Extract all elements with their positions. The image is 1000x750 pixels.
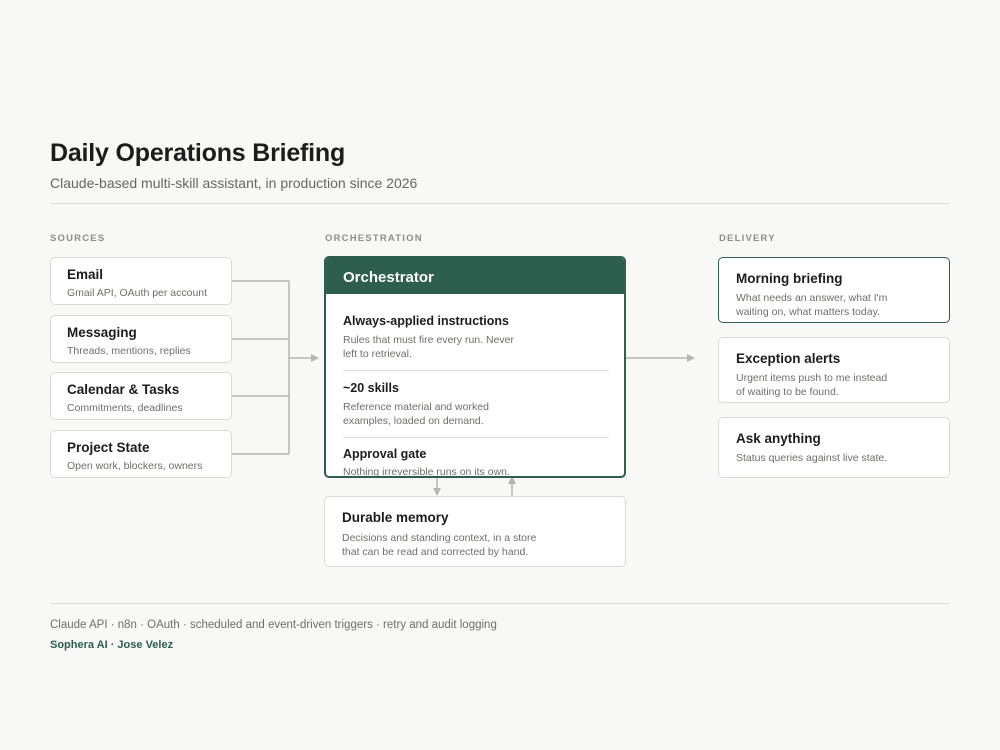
- source-name: Email: [67, 267, 104, 282]
- footer-tech-stack: Claude API · n8n · OAuth · scheduled and…: [50, 619, 497, 631]
- source-name: Calendar & Tasks: [67, 382, 180, 397]
- delivery-desc: Urgent items push to me instead of waiti…: [736, 372, 888, 398]
- page-title: Daily Operations Briefing: [50, 139, 346, 167]
- orchestrator-item-skills: ~20 skills Reference material and worked…: [343, 381, 609, 428]
- orchestrator-item-approval: Approval gate Nothing irreversible runs …: [343, 447, 609, 478]
- source-desc: Gmail API, OAuth per account: [67, 287, 208, 299]
- delivery-name: Exception alerts: [736, 351, 841, 366]
- delivery-name: Morning briefing: [736, 271, 843, 286]
- source-desc: Threads, mentions, replies: [67, 345, 191, 357]
- arrowhead-orchestrator: [311, 354, 319, 362]
- source-desc: Open work, blockers, owners: [67, 460, 203, 472]
- orchestrator-item-name: ~20 skills: [343, 381, 399, 395]
- arrowhead-memory: [433, 488, 441, 496]
- orchestrator-item-instructions: Always-applied instructions Rules that m…: [343, 314, 609, 361]
- arrowhead-delivery: [687, 354, 695, 362]
- delivery-name: Ask anything: [736, 431, 821, 446]
- delivery-column-label: DELIVERY: [719, 233, 776, 244]
- orchestrator-item-desc: Rules that must fire every run. Never le…: [343, 334, 514, 360]
- durable-memory-card[interactable]: Durable memory Decisions and standing co…: [324, 496, 626, 567]
- source-desc: Commitments, deadlines: [67, 402, 183, 414]
- source-name: Project State: [67, 440, 150, 455]
- source-email[interactable]: Email Gmail API, OAuth per account: [50, 257, 232, 305]
- page-subtitle: Claude-based multi-skill assistant, in p…: [50, 175, 418, 191]
- orchestrator-card[interactable]: Orchestrator Always-applied instructions…: [324, 256, 626, 478]
- sources-column-label: SOURCES: [50, 233, 106, 244]
- memory-name: Durable memory: [342, 510, 449, 525]
- footer-divider: [50, 603, 950, 604]
- source-messaging[interactable]: Messaging Threads, mentions, replies: [50, 315, 232, 363]
- orchestration-column-label: ORCHESTRATION: [325, 233, 423, 244]
- orchestrator-item-desc: Reference material and worked examples, …: [343, 401, 489, 427]
- orchestrator-item-name: Always-applied instructions: [343, 314, 510, 328]
- orchestrator-item-name: Approval gate: [343, 447, 427, 461]
- delivery-ask-anything[interactable]: Ask anything Status queries against live…: [718, 417, 950, 478]
- orchestrator-divider: [343, 437, 609, 438]
- orchestrator-divider: [343, 370, 609, 371]
- memory-desc: Decisions and standing context, in a sto…: [342, 532, 537, 558]
- header-divider: [50, 203, 950, 204]
- delivery-exception-alerts[interactable]: Exception alerts Urgent items push to me…: [718, 337, 950, 403]
- delivery-desc: Status queries against live state.: [736, 452, 888, 464]
- footer-brand: Sophera AI · Jose Velez: [50, 639, 174, 651]
- delivery-morning-briefing[interactable]: Morning briefing What needs an answer, w…: [718, 257, 950, 323]
- delivery-desc: What needs an answer, what I'm waiting o…: [736, 292, 888, 318]
- orchestrator-item-desc: Nothing irreversible runs on its own.: [343, 466, 510, 478]
- orchestrator-title: Orchestrator: [326, 258, 624, 294]
- source-name: Messaging: [67, 325, 137, 340]
- source-calendar-tasks[interactable]: Calendar & Tasks Commitments, deadlines: [50, 372, 232, 420]
- source-project-state[interactable]: Project State Open work, blockers, owner…: [50, 430, 232, 478]
